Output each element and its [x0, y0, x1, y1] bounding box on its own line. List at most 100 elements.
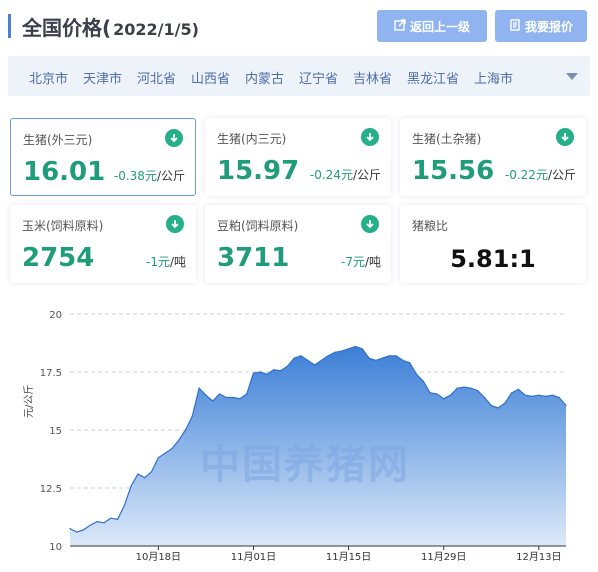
- data-point: [504, 402, 506, 404]
- price-card[interactable]: 玉米(饲料原料) 2754 -1元/吨: [10, 205, 196, 283]
- ratio-card: 猪粮比 5.81:1: [400, 205, 586, 283]
- change-value: -0.38元: [113, 169, 157, 183]
- change-unit: /公斤: [547, 168, 576, 182]
- document-icon: [509, 18, 521, 34]
- data-point: [286, 365, 288, 367]
- price-card[interactable]: 生猪(内三元) 15.97 -0.24元/公斤: [205, 118, 391, 196]
- data-point: [388, 355, 390, 357]
- card-name: 生猪(内三元): [217, 132, 287, 146]
- change-unit: /吨: [364, 255, 381, 269]
- report-price-button[interactable]: 我要报价: [495, 10, 587, 42]
- data-point: [117, 518, 119, 520]
- data-point: [334, 351, 336, 353]
- ratio-value: 5.81:1: [450, 245, 536, 273]
- x-tick-label: 11月01日: [231, 551, 276, 563]
- data-point: [212, 400, 214, 402]
- title-accent-bar: [8, 14, 11, 38]
- data-point: [150, 471, 153, 473]
- data-point: [565, 405, 567, 407]
- y-tick-label: 17.5: [40, 368, 62, 379]
- data-point: [110, 517, 112, 519]
- price-card[interactable]: 生猪(土杂猪) 15.56 -0.22元/公斤: [400, 118, 586, 196]
- data-point: [490, 405, 492, 407]
- data-point: [409, 362, 411, 364]
- data-point: [307, 359, 309, 361]
- data-point: [157, 457, 159, 459]
- city-tab[interactable]: 上海市: [474, 68, 513, 87]
- city-tab[interactable]: 天津市: [83, 68, 122, 87]
- y-axis-label: 元/公斤: [24, 384, 35, 418]
- data-point: [164, 452, 166, 454]
- card-price: 15.97: [217, 156, 300, 186]
- data-point: [402, 359, 404, 361]
- title-date: 2022/1/5): [113, 20, 199, 39]
- city-tab[interactable]: 吉林省: [353, 68, 392, 87]
- data-point: [348, 348, 350, 350]
- y-tick-label: 15: [49, 426, 62, 437]
- x-tick-label: 11月29日: [421, 551, 466, 563]
- card-price: 3711: [217, 243, 290, 273]
- card-change: -1元/吨: [146, 253, 186, 270]
- city-tab[interactable]: 黑龙江省: [407, 68, 459, 87]
- city-tab[interactable]: 内蒙古: [245, 68, 284, 87]
- data-point: [252, 372, 255, 374]
- data-point: [314, 364, 316, 366]
- ratio-name: 猪粮比: [412, 219, 449, 233]
- data-point: [463, 386, 465, 388]
- data-point: [470, 387, 472, 389]
- data-point: [483, 396, 486, 399]
- data-point: [415, 373, 418, 375]
- data-point: [184, 429, 187, 431]
- change-unit: /吨: [169, 255, 186, 269]
- change-value: -0.22元: [504, 168, 548, 182]
- price-card[interactable]: 豆粕(饲料原料) 3711 -7元/吨: [205, 205, 391, 283]
- card-change: -7元/吨: [341, 253, 381, 270]
- city-tab[interactable]: 山西省: [191, 68, 230, 87]
- card-price: 16.01: [23, 157, 106, 187]
- card-change: -0.22元/公斤: [505, 166, 576, 183]
- price-card[interactable]: 生猪(外三元) 16.01 -0.38元/公斤: [10, 118, 196, 196]
- back-button[interactable]: 返回上一级: [377, 10, 487, 42]
- data-point: [89, 524, 91, 526]
- data-point: [144, 477, 146, 479]
- data-point: [375, 359, 377, 361]
- data-point: [517, 388, 520, 390]
- data-point: [456, 387, 458, 389]
- back-button-label: 返回上一级: [409, 19, 470, 34]
- data-point: [259, 371, 261, 373]
- card-price: 2754: [22, 243, 95, 273]
- data-point: [558, 396, 560, 399]
- data-point: [76, 531, 78, 533]
- data-point: [225, 396, 227, 399]
- change-unit: /公斤: [156, 169, 185, 183]
- data-point: [178, 439, 180, 441]
- data-point: [327, 355, 329, 357]
- data-point: [497, 407, 499, 409]
- city-tab[interactable]: 河北省: [137, 68, 176, 87]
- city-tab[interactable]: 北京市: [29, 68, 68, 87]
- data-point: [477, 390, 479, 392]
- card-change: -0.38元/公斤: [114, 167, 185, 184]
- card-price: 15.56: [412, 156, 495, 186]
- data-point: [191, 415, 193, 417]
- data-point: [320, 359, 322, 361]
- city-tab[interactable]: 辽宁省: [299, 68, 338, 87]
- data-point: [361, 348, 363, 350]
- data-point: [130, 485, 132, 487]
- data-point: [368, 357, 370, 359]
- data-point: [137, 473, 139, 475]
- data-point: [171, 448, 173, 450]
- city-tabs: 北京市 天津市 河北省 山西省 内蒙古 辽宁省 吉林省 黑龙江省 上海市: [8, 56, 590, 96]
- page-header: 全国价格(2022/1/5) 返回上一级 我要报价: [8, 10, 590, 42]
- data-point: [293, 357, 295, 359]
- y-tick-label: 20: [49, 310, 62, 321]
- data-point: [354, 345, 356, 348]
- back-icon: [394, 18, 406, 34]
- data-point: [96, 521, 98, 523]
- down-arrow-icon: [361, 128, 379, 146]
- expand-cities-icon[interactable]: [566, 73, 578, 80]
- card-name: 玉米(饲料原料): [22, 219, 104, 233]
- data-point: [239, 398, 241, 400]
- data-point: [246, 393, 248, 395]
- data-point: [531, 395, 533, 397]
